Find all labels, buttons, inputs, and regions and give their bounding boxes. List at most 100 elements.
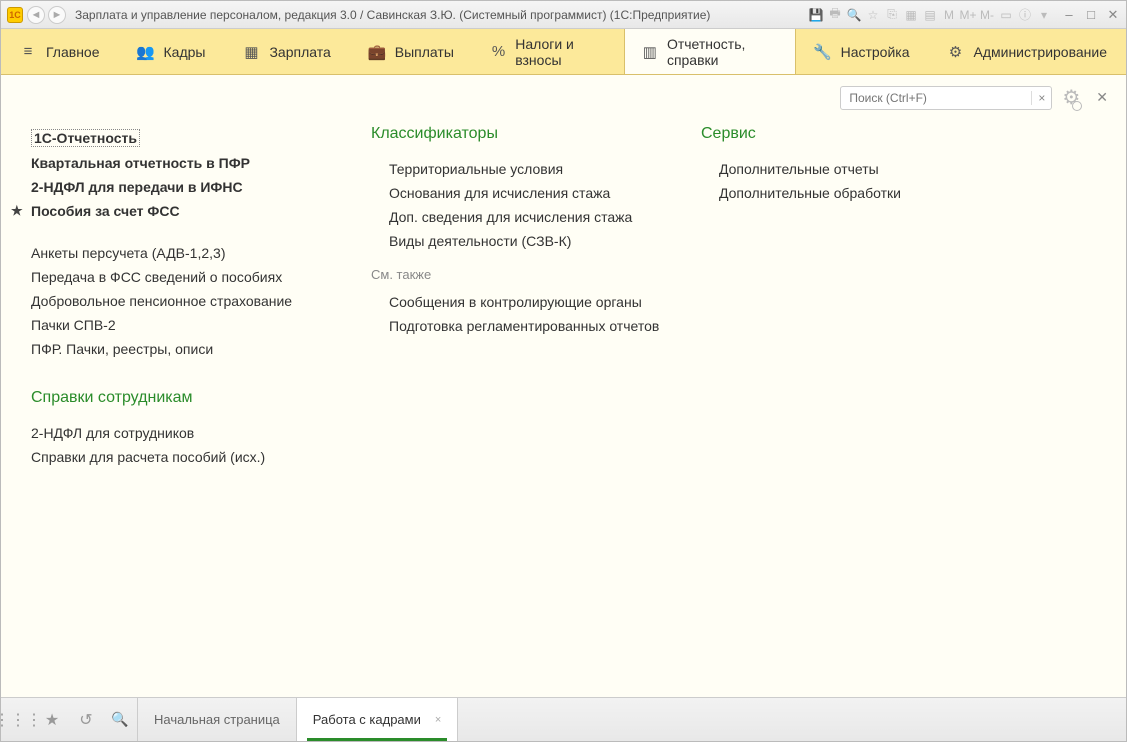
column-reports: 1С-Отчетность Квартальная отчетность в ПФ… (31, 125, 331, 469)
link-item[interactable]: ПФР. Пачки, реестры, описи (31, 337, 331, 361)
title-bar: 1C ◄ ► Зарплата и управление персоналом,… (1, 1, 1126, 29)
print-icon[interactable]: 🖶 (827, 7, 843, 23)
link-item[interactable]: Анкеты персучета (АДВ-1,2,3) (31, 241, 331, 265)
main-navigation: ≡ Главное 👥Кадры ▦ Зарплата 💼 Выплаты% Налоги и… (1, 29, 1126, 75)
preview-icon[interactable]: 🔍 (846, 7, 862, 23)
maximize-button[interactable]: □ (1084, 7, 1098, 23)
link-label: Квартальная отчетность в ПФР (31, 155, 250, 171)
link-item[interactable]: 2-НДФЛ для передачи в ИФНС (31, 175, 331, 199)
link-item[interactable]: Дополнительные обработки (719, 181, 961, 205)
tab-close-icon[interactable]: × (435, 714, 441, 726)
save-icon[interactable]: 💾 (808, 7, 824, 23)
link-item[interactable]: Справки для расчета пособий (исх.) (31, 445, 331, 469)
nav-item-gear[interactable]: ⚙Администрирование (929, 29, 1127, 74)
search-input[interactable] (841, 91, 1031, 105)
panel-icon[interactable]: ▭ (998, 7, 1014, 23)
section-title-employee-certs: Справки сотрудникам (31, 389, 331, 407)
column-service: Сервис Дополнительные отчеты Дополнительн… (701, 125, 961, 469)
star-icon: ★ (11, 203, 29, 219)
minimize-button[interactable]: – (1062, 7, 1076, 23)
wallet-icon: 💼 (369, 44, 385, 60)
link-label: Пачки СПВ-2 (31, 317, 116, 333)
nav-item-percent[interactable]: % Налоги и взносы (473, 29, 624, 74)
search-clear-button[interactable]: × (1031, 91, 1051, 105)
tab-label: Работа с кадрами (313, 712, 421, 727)
link-label: Основания для исчисления стажа (389, 185, 610, 201)
bottom-tab[interactable]: Начальная страница (137, 698, 296, 741)
dropdown-icon[interactable]: ▾ (1036, 7, 1052, 23)
search-tool-icon[interactable]: 🔍 (103, 698, 137, 741)
column-classifiers: Классификаторы Территориальные условия Ос… (371, 125, 661, 469)
window-controls: – □ ✕ (1062, 7, 1120, 23)
link-item[interactable]: Квартальная отчетность в ПФР (31, 151, 331, 175)
calc-icon: ▦ (243, 44, 259, 60)
link-label: Дополнительные обработки (719, 185, 901, 201)
apps-icon[interactable]: ⋮⋮⋮ (1, 698, 35, 741)
section-title-classifiers: Классификаторы (371, 125, 661, 143)
wrench-icon: 🔧 (815, 44, 831, 60)
nav-label: Кадры (164, 44, 206, 60)
link-label: Дополнительные отчеты (719, 161, 879, 177)
search-row: × ⚙ ✕ (840, 85, 1108, 110)
percent-icon: % (492, 44, 505, 60)
close-panel-button[interactable]: ✕ (1096, 89, 1108, 106)
nav-item-wallet[interactable]: 💼 Выплаты (350, 29, 473, 74)
link-item[interactable]: 1С-Отчетность (31, 125, 331, 151)
calculator-icon[interactable]: ▤ (922, 7, 938, 23)
calc-m[interactable]: M (941, 7, 957, 23)
nav-label: Отчетность, справки (667, 36, 777, 68)
calc-m-minus[interactable]: M- (979, 7, 995, 23)
window-title: Зарплата и управление персоналом, редакц… (75, 8, 808, 22)
link-label: Сообщения в контролирующие органы (389, 294, 642, 310)
favorite-icon[interactable]: ☆ (865, 7, 881, 23)
nav-item-people[interactable]: 👥Кадры (119, 29, 225, 74)
link-label: Пособия за счет ФСС (31, 203, 180, 219)
link-item[interactable]: 2-НДФЛ для сотрудников (31, 421, 331, 445)
link-item[interactable]: Основания для исчисления стажа (389, 181, 661, 205)
link-item[interactable]: Дополнительные отчеты (719, 157, 961, 181)
app-logo-icon: 1C (7, 7, 23, 23)
link-item[interactable]: Добровольное пенсионное страхование (31, 289, 331, 313)
link-label: Виды деятельности (СЗВ-К) (389, 233, 571, 249)
nav-item-report[interactable]: ▥Отчетность, справки (624, 29, 796, 74)
link-item[interactable]: Подготовка регламентированных отчетов (389, 314, 661, 338)
bottom-tab[interactable]: Работа с кадрами × (296, 698, 459, 741)
link-item[interactable]: Пачки СПВ-2 (31, 313, 331, 337)
link-item[interactable]: Передача в ФСС сведений о пособиях (31, 265, 331, 289)
bottom-bar: ⋮⋮⋮ ★ ↺ 🔍 Начальная страница Работа с кад… (1, 697, 1126, 741)
link-label: 1С-Отчетность (31, 129, 140, 147)
link-label: Анкеты персучета (АДВ-1,2,3) (31, 245, 225, 261)
link-label: Справки для расчета пособий (исх.) (31, 449, 265, 465)
content-area: × ⚙ ✕ 1С-Отчетность Квартальная отчетност… (1, 75, 1126, 697)
close-button[interactable]: ✕ (1106, 7, 1120, 23)
link-item[interactable]: Доп. сведения для исчисления стажа (389, 205, 661, 229)
nav-label: Выплаты (395, 44, 454, 60)
nav-item-wrench[interactable]: 🔧 Настройка (796, 29, 929, 74)
link-item[interactable]: Виды деятельности (СЗВ-К) (389, 229, 661, 253)
settings-gear-icon[interactable]: ⚙ (1062, 85, 1080, 110)
nav-label: Зарплата (269, 44, 330, 60)
toolbar-icons: 💾 🖶 🔍 ☆ ⎘ ▦ ▤ M M+ M- ▭ ⓘ ▾ (808, 7, 1052, 23)
menu-icon: ≡ (20, 44, 36, 60)
link-item[interactable]: Сообщения в контролирующие органы (389, 290, 661, 314)
link-label: Территориальные условия (389, 161, 563, 177)
link-label: Добровольное пенсионное страхование (31, 293, 292, 309)
nav-item-menu[interactable]: ≡ Главное (1, 29, 119, 74)
nav-label: Настройка (841, 44, 910, 60)
history-icon[interactable]: ↺ (69, 698, 103, 741)
nav-label: Налоги и взносы (515, 36, 605, 68)
calc-m-plus[interactable]: M+ (960, 7, 976, 23)
back-button[interactable]: ◄ (27, 6, 45, 24)
nav-item-calc[interactable]: ▦ Зарплата (224, 29, 349, 74)
forward-button[interactable]: ► (48, 6, 66, 24)
nav-label: Администрирование (974, 44, 1108, 60)
favorites-icon[interactable]: ★ (35, 698, 69, 741)
tab-label: Начальная страница (154, 712, 280, 727)
section-title-service: Сервис (701, 125, 961, 143)
nav-label: Главное (46, 44, 100, 60)
link-item[interactable]: ★Пособия за счет ФСС (31, 199, 331, 223)
link-icon[interactable]: ⎘ (884, 7, 900, 23)
calendar-icon[interactable]: ▦ (903, 7, 919, 23)
info-icon[interactable]: ⓘ (1017, 7, 1033, 23)
link-item[interactable]: Территориальные условия (389, 157, 661, 181)
